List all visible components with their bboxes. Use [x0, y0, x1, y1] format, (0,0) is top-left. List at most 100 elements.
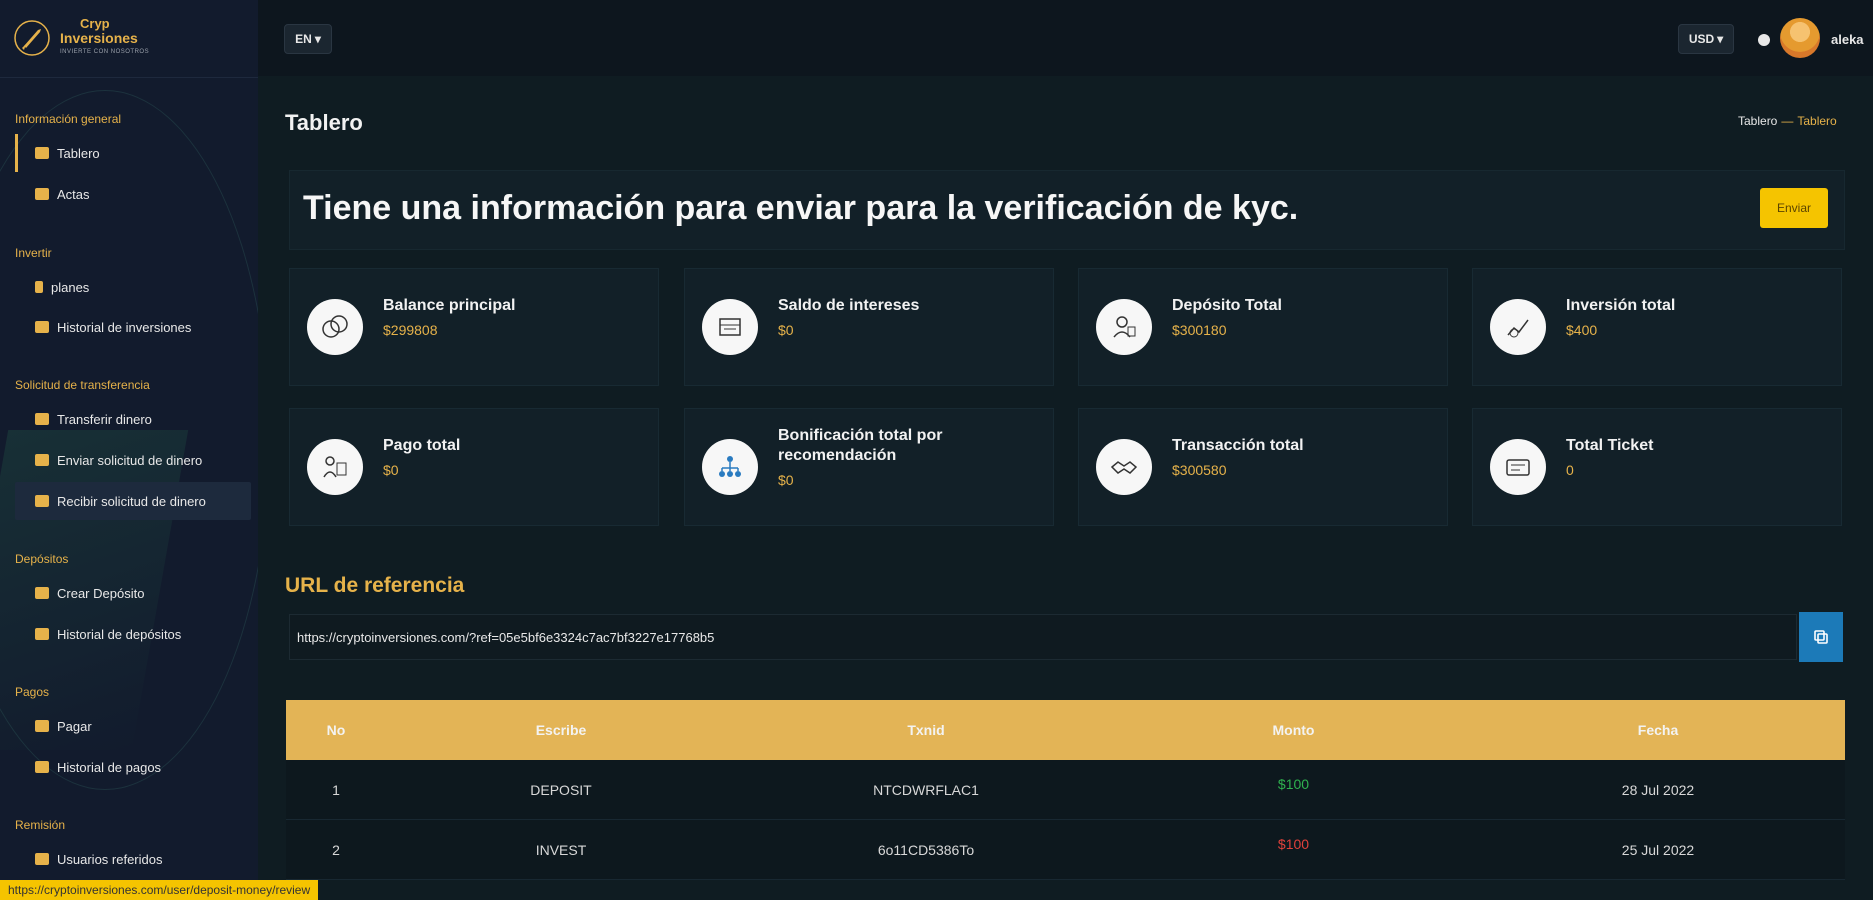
sidebar-section-pagos: Pagos — [15, 685, 50, 699]
sidebar-item-label: Crear Depósito — [57, 585, 145, 601]
chart-icon — [35, 321, 49, 333]
username[interactable]: aleka — [1831, 32, 1864, 47]
sidebar: Cryp Inversiones INVIERTE CON NOSOTROS I… — [0, 0, 258, 900]
stat-value: $0 — [383, 462, 399, 478]
cell-amount: $100 — [1277, 835, 1310, 852]
sidebar-item-label: Enviar solicitud de dinero — [57, 452, 203, 468]
stat-value: $0 — [778, 322, 794, 338]
kyc-submit-button[interactable]: Enviar — [1760, 188, 1828, 228]
sidebar-item-enviar-solicitud[interactable]: Enviar solicitud de dinero — [15, 441, 251, 479]
sidebar-item-historial-inversiones[interactable]: Historial de inversiones — [15, 308, 251, 346]
logo-line-1: Cryp — [80, 16, 110, 31]
coins-icon — [307, 299, 363, 355]
column-header[interactable]: No — [286, 722, 386, 738]
users-icon — [35, 853, 49, 865]
table-header: No Escribe Txnid Monto Fecha — [286, 700, 1845, 760]
column-header[interactable]: Txnid — [736, 722, 1116, 738]
breadcrumb-current: Tablero — [1797, 114, 1837, 128]
cell-no: 2 — [332, 841, 340, 858]
cell-txnid: 6o11CD5386To — [877, 841, 975, 858]
history-icon — [35, 761, 49, 773]
sidebar-item-planes[interactable]: planes — [15, 268, 251, 306]
sidebar-item-pagar[interactable]: Pagar — [15, 707, 251, 745]
sidebar-section-depositos: Depósitos — [15, 552, 69, 566]
stat-title: Pago total — [383, 437, 461, 454]
cell-amount: $100 — [1277, 775, 1310, 792]
cell-no: 1 — [332, 781, 340, 798]
stat-value: $0 — [778, 472, 794, 488]
breadcrumb: Tablero — Tablero — [1738, 114, 1837, 128]
stat-value: $300580 — [1172, 462, 1227, 478]
handshake-icon — [1096, 439, 1152, 495]
stat-card-balance: Balance principal $299808 — [289, 268, 659, 386]
bank-icon — [702, 299, 758, 355]
copy-button[interactable] — [1799, 612, 1843, 662]
sidebar-item-label: Pagar — [57, 718, 92, 734]
sidebar-item-historial-depositos[interactable]: Historial de depósitos — [15, 615, 251, 653]
sidebar-section-info: Información general — [15, 112, 122, 126]
sidebar-item-label: Historial de depósitos — [57, 626, 182, 642]
stat-title: Inversión total — [1566, 297, 1676, 314]
sidebar-item-actas[interactable]: Actas — [15, 175, 251, 213]
stat-value: $400 — [1566, 322, 1598, 338]
referral-tree-icon — [702, 439, 758, 495]
sidebar-item-tablero[interactable]: Tablero — [15, 134, 251, 172]
stat-card-deposito: Depósito Total $300180 — [1078, 268, 1448, 386]
cell-txnid: NTCDWRFLAC1 — [873, 781, 979, 798]
rocket-logo-icon — [14, 20, 50, 56]
theme-toggle-icon[interactable] — [1758, 34, 1770, 46]
sidebar-item-label: Recibir solicitud de dinero — [57, 493, 206, 509]
card-icon — [35, 454, 49, 466]
investment-icon — [1490, 299, 1546, 355]
stat-card-intereses: Saldo de intereses $0 — [684, 268, 1054, 386]
kyc-notice: Tiene una información para enviar para l… — [289, 170, 1845, 250]
stat-title: Bonificación total por recomendación — [778, 427, 943, 464]
sidebar-item-label: Historial de pagos — [57, 759, 162, 775]
topbar: EN ▾ USD ▾ aleka — [258, 0, 1873, 76]
currency-select[interactable]: USD ▾ — [1678, 24, 1734, 54]
sidebar-item-historial-pagos[interactable]: Historial de pagos — [15, 748, 251, 786]
lock-icon — [35, 720, 49, 732]
sidebar-item-label: Usuarios referidos — [57, 851, 163, 867]
sidebar-divider — [0, 77, 258, 78]
sidebar-item-usuarios-referidos[interactable]: Usuarios referidos — [15, 840, 251, 878]
sidebar-item-label: Actas — [57, 186, 90, 202]
language-value: EN — [295, 32, 312, 46]
column-header[interactable]: Escribe — [386, 722, 736, 738]
stat-title: Saldo de intereses — [778, 297, 920, 314]
stat-title: Balance principal — [383, 297, 516, 314]
cell-date: 28 Jul 2022 — [1621, 781, 1695, 798]
transfer-icon — [35, 413, 49, 425]
sidebar-section-invertir: Invertir — [15, 246, 52, 260]
payout-icon — [307, 439, 363, 495]
referral-title: URL de referencia — [285, 574, 465, 597]
avatar[interactable] — [1780, 18, 1820, 58]
briefcase-icon — [35, 188, 49, 200]
breadcrumb-home[interactable]: Tablero — [1738, 114, 1777, 128]
logo[interactable]: Cryp Inversiones INVIERTE CON NOSOTROS — [12, 16, 149, 60]
stat-card-pago: Pago total $0 — [289, 408, 659, 526]
sidebar-item-recibir-solicitud[interactable]: Recibir solicitud de dinero — [15, 482, 251, 520]
column-header[interactable]: Fecha — [1471, 722, 1845, 738]
chevron-down-icon: ▾ — [1717, 32, 1724, 46]
language-select[interactable]: EN ▾ — [284, 24, 332, 54]
stat-card-bonificacion: Bonificación total por recomendación $0 — [684, 408, 1054, 526]
dashboard-icon — [35, 147, 49, 159]
logo-tagline: INVIERTE CON NOSOTROS — [60, 49, 150, 55]
column-header[interactable]: Monto — [1116, 722, 1471, 738]
sidebar-item-label: planes — [51, 279, 90, 295]
sidebar-item-transferir-dinero[interactable]: Transferir dinero — [15, 400, 251, 438]
cell-type: INVEST — [535, 841, 587, 858]
referral-url-input[interactable] — [289, 614, 1797, 660]
kyc-message: Tiene una información para enviar para l… — [303, 189, 1299, 227]
sidebar-section-remision: Remisión — [15, 818, 66, 832]
status-bar-url: https://cryptoinversiones.com/user/depos… — [0, 880, 319, 900]
cell-type: DEPOSIT — [530, 781, 592, 798]
currency-value: USD — [1688, 32, 1715, 46]
sidebar-section-transferencia: Solicitud de transferencia — [15, 378, 150, 392]
chevron-down-icon: ▾ — [314, 32, 321, 46]
stat-title: Transacción total — [1172, 437, 1304, 454]
sidebar-item-crear-deposito[interactable]: Crear Depósito — [15, 574, 251, 612]
logo-line-2: Inversiones — [60, 30, 138, 46]
copy-icon — [1814, 630, 1828, 644]
